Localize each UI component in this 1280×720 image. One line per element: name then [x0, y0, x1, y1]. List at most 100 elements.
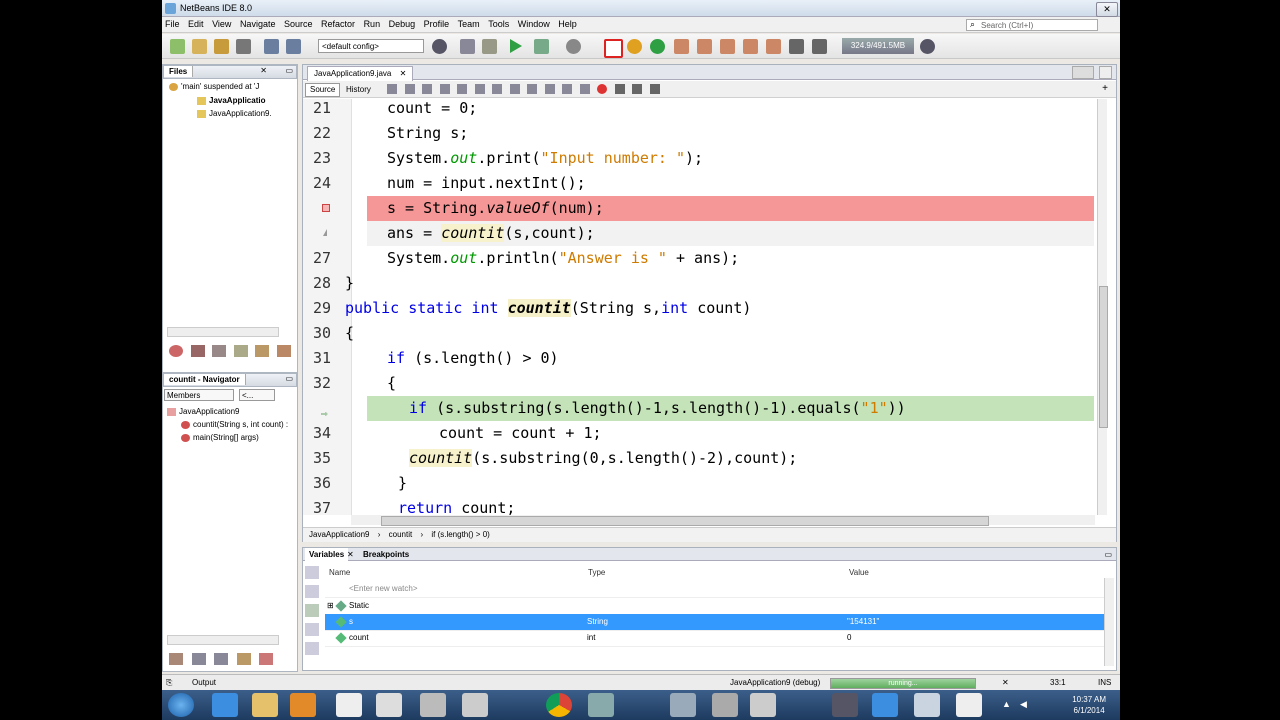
tab-files[interactable]: Files — [164, 66, 194, 77]
memory-indicator[interactable]: 324.9/491.5MB — [842, 38, 914, 54]
tray-arrow-icon[interactable]: ▲ — [1002, 699, 1011, 709]
column-value[interactable]: Value — [849, 566, 869, 579]
step-over-expression-icon[interactable] — [697, 39, 712, 54]
toggle-bookmark-icon[interactable] — [544, 84, 555, 94]
menu-edit[interactable]: Edit — [185, 19, 207, 29]
chrome-icon[interactable] — [546, 693, 572, 717]
tab-javaapplication9[interactable]: JavaApplication9.java ✕ — [307, 66, 414, 81]
history-view-button[interactable]: History — [341, 83, 376, 97]
netbeans-taskbar-icon[interactable] — [832, 693, 858, 717]
grid-icon[interactable] — [276, 345, 291, 357]
code-line[interactable]: 36} — [303, 471, 1103, 496]
code-line[interactable]: 29 public static int countit(String s,int… — [303, 296, 1103, 321]
breakpoint-toggle-icon[interactable] — [169, 345, 183, 357]
stop-macro-icon[interactable] — [614, 84, 625, 94]
close-tab-icon[interactable]: ✕ — [400, 69, 407, 78]
comment-icon[interactable] — [632, 84, 643, 94]
column-type[interactable]: Type — [588, 566, 605, 579]
tab-navigator[interactable]: countit - Navigator — [164, 374, 246, 385]
variables-scrollbar[interactable] — [1104, 578, 1114, 666]
new-file-icon[interactable] — [170, 39, 185, 54]
filter-icon[interactable] — [236, 653, 251, 665]
forward-icon[interactable] — [422, 84, 433, 94]
profile-icon[interactable] — [566, 39, 581, 54]
files-horizontal-scrollbar[interactable] — [167, 327, 279, 337]
editor-vertical-scrollbar[interactable] — [1097, 99, 1108, 515]
vertical-scroll-thumb[interactable] — [1099, 286, 1108, 428]
find-next-icon[interactable] — [474, 84, 485, 94]
code-line[interactable]: 27 System.out.println("Answer is " + ans)… — [303, 246, 1103, 271]
media-player-icon[interactable] — [290, 693, 316, 717]
find-previous-icon[interactable] — [457, 84, 468, 94]
debug-project-icon[interactable] — [534, 39, 549, 54]
menu-window[interactable]: Window — [515, 19, 553, 29]
lock-icon[interactable] — [255, 345, 270, 357]
code-area[interactable]: 21 count = 0; 22 String s; 23 System.out.pr… — [303, 99, 1103, 515]
nav-item-class[interactable]: JavaApplication9 — [167, 407, 239, 416]
tree-item-class[interactable]: JavaApplicatio — [197, 96, 265, 105]
cancel-task-icon[interactable]: ✕ — [1002, 675, 1009, 690]
code-line-call-stack[interactable]: ans = countit(s,count); — [303, 221, 1103, 246]
take-snapshot-icon[interactable] — [812, 39, 827, 54]
undo-icon[interactable] — [264, 39, 279, 54]
code-line[interactable]: 21 count = 0; — [303, 99, 1103, 121]
expand-icon[interactable]: ⊞ — [327, 598, 334, 614]
save-all-icon[interactable] — [236, 39, 251, 54]
internet-explorer-icon[interactable] — [872, 693, 898, 717]
variable-row-s[interactable]: s String "154131" — [325, 614, 1111, 631]
continue-icon[interactable] — [650, 39, 665, 54]
calculator-icon[interactable] — [420, 693, 446, 717]
run-to-cursor-icon[interactable] — [766, 39, 781, 54]
close-window-button[interactable]: ✕ — [1096, 2, 1118, 17]
search-input[interactable]: Search (Ctrl+I) — [966, 19, 1098, 31]
close-tab-icon[interactable]: ✕ — [347, 548, 354, 561]
menu-view[interactable]: View — [209, 19, 234, 29]
menu-run[interactable]: Run — [361, 19, 384, 29]
show-static-icon[interactable] — [305, 604, 319, 617]
start-macro-icon[interactable] — [597, 84, 608, 94]
new-project-icon[interactable] — [192, 39, 207, 54]
menu-file[interactable]: File — [162, 19, 183, 29]
volume-icon[interactable]: ◀ — [1020, 699, 1027, 710]
maximize-editor-icon[interactable] — [1099, 66, 1112, 79]
toggle-highlight-icon[interactable] — [492, 84, 503, 94]
variable-row-static[interactable]: ⊞ Static — [325, 598, 1111, 615]
tree-item-file[interactable]: JavaApplication9. — [197, 109, 272, 118]
step-over-icon[interactable] — [674, 39, 689, 54]
filter-icon[interactable] — [259, 653, 274, 665]
show-inherited-icon[interactable] — [305, 623, 319, 636]
nav-item-countit[interactable]: countit(String s, int count) : — [181, 420, 288, 429]
close-panel-icon[interactable]: ✕ — [260, 65, 267, 76]
column-name[interactable]: Name — [329, 566, 350, 579]
menu-navigate[interactable]: Navigate — [237, 19, 279, 29]
minimize-panel-icon[interactable]: ▭ — [1104, 548, 1112, 561]
minimize-panel-icon[interactable]: ▭ — [285, 373, 293, 384]
internet-explorer-icon[interactable] — [212, 693, 238, 717]
menu-help[interactable]: Help — [555, 19, 580, 29]
pen-tool-icon[interactable] — [336, 693, 362, 717]
editor-horizontal-scrollbar[interactable] — [351, 515, 1095, 526]
split-editor-icon[interactable]: + — [1102, 83, 1108, 94]
source-view-button[interactable]: Source — [305, 83, 341, 97]
evaluate-icon[interactable] — [305, 585, 319, 598]
new-watch-row[interactable]: <Enter new watch> — [325, 581, 1111, 598]
minimize-panel-icon[interactable]: ▭ — [285, 65, 293, 76]
code-line[interactable]: 32{ — [303, 371, 1103, 396]
code-line[interactable]: 31 if (s.length() > 0) — [303, 346, 1103, 371]
tab-variables[interactable]: Variables — [305, 548, 349, 561]
filter-icon[interactable] — [191, 653, 206, 665]
breadcrumb-statement[interactable]: if (s.length() > 0) — [431, 530, 489, 539]
code-line[interactable]: 35 countit(s.substring(0,s.length()-2),co… — [303, 446, 1103, 471]
filter-icon[interactable] — [169, 653, 183, 665]
document-icon[interactable] — [376, 693, 402, 717]
uncomment-icon[interactable] — [649, 84, 660, 94]
system-clock[interactable]: 10:37 AM 6/1/2014 — [1072, 694, 1106, 716]
start-button-icon[interactable] — [168, 693, 194, 717]
app-icon[interactable] — [588, 693, 614, 717]
find-icon[interactable] — [439, 84, 450, 94]
tab-scroll-arrows[interactable] — [1072, 66, 1094, 79]
code-line[interactable]: 34 count = count + 1; — [303, 421, 1103, 446]
new-watch-icon[interactable] — [305, 566, 319, 579]
output-tab[interactable]: Output — [192, 675, 216, 690]
code-line[interactable]: 22 String s; — [303, 121, 1103, 146]
